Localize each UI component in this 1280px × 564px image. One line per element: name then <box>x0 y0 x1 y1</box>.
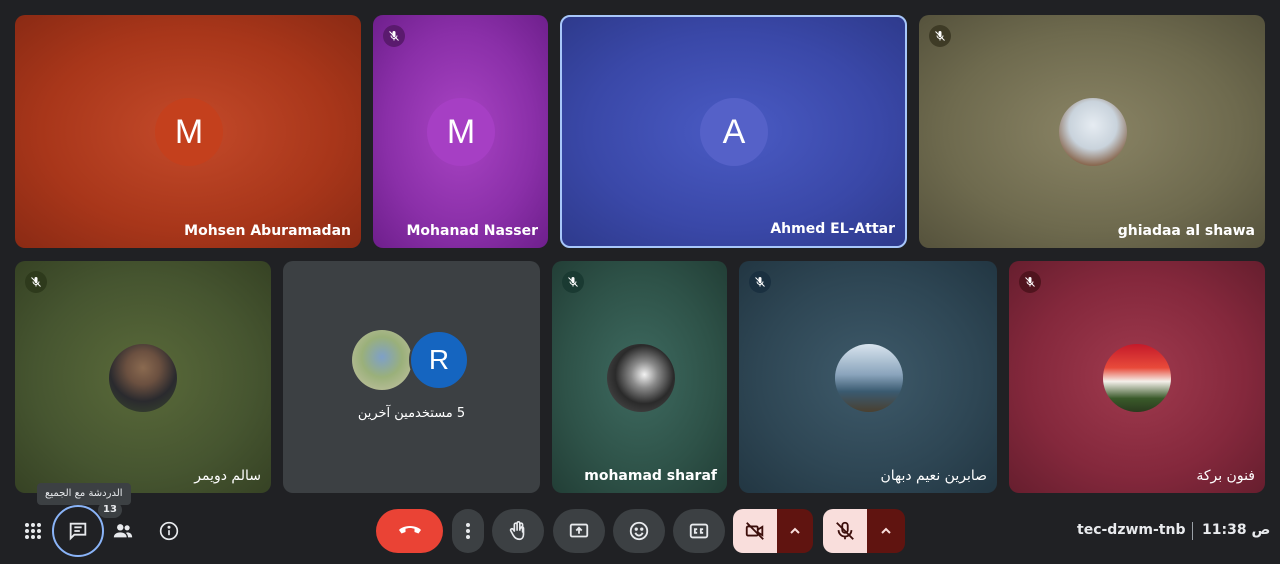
raise-hand-button[interactable] <box>492 509 544 553</box>
participant-name: mohamad sharaf <box>584 468 717 484</box>
mic-off-icon <box>25 271 47 293</box>
participant-tile-active-speaker[interactable]: A Ahmed EL-Attar <box>560 15 907 248</box>
meeting-time: 11:38 ص <box>1202 522 1271 538</box>
videocam-off-icon <box>745 522 764 540</box>
participant-tile[interactable]: صابرين نعيم دبهان <box>739 261 997 493</box>
mic-off-icon <box>1019 271 1041 293</box>
others-label: 5 مستخدمين آخرين <box>357 406 466 421</box>
present-icon <box>569 523 589 538</box>
mic-options-button[interactable] <box>867 509 905 553</box>
profile-photo <box>607 344 675 412</box>
meeting-code: tec-dzwm-tnb <box>1077 522 1186 538</box>
camera-options-button[interactable] <box>777 509 813 553</box>
present-screen-button[interactable] <box>553 509 605 553</box>
avatar: R <box>409 330 469 390</box>
apps-grid-icon <box>25 523 41 539</box>
activities-button[interactable] <box>18 516 48 546</box>
mic-toggle-button[interactable] <box>823 509 867 553</box>
people-icon <box>113 524 133 538</box>
chevron-up-icon <box>881 527 891 534</box>
captions-button[interactable] <box>673 509 725 553</box>
participant-name: ghiadaa al shawa <box>1117 223 1255 239</box>
participant-tile[interactable]: سالم دويمر <box>15 261 271 493</box>
mic-off-icon <box>383 25 405 47</box>
mic-off-icon <box>749 271 771 293</box>
chat-icon <box>69 522 87 541</box>
avatar: A <box>700 98 768 166</box>
participant-tile[interactable]: M Mohsen Aburamadan <box>15 15 361 248</box>
info-icon <box>159 521 179 541</box>
more-options-button[interactable] <box>452 509 484 553</box>
participant-tile[interactable]: M Mohanad Nasser <box>373 15 548 248</box>
participant-name: فنون بركة <box>1196 468 1255 484</box>
profile-photo <box>835 344 903 412</box>
more-vert-icon <box>466 523 470 539</box>
participant-tile[interactable]: فنون بركة <box>1009 261 1265 493</box>
participant-name: سالم دويمر <box>194 468 261 484</box>
reactions-button[interactable] <box>613 509 665 553</box>
participant-tile[interactable]: mohamad sharaf <box>552 261 727 493</box>
participant-name: Mohanad Nasser <box>406 223 538 239</box>
participant-name: Mohsen Aburamadan <box>184 223 351 239</box>
chat-button[interactable] <box>52 505 104 557</box>
others-tile[interactable]: R 5 مستخدمين آخرين <box>283 261 540 493</box>
camera-toggle-button[interactable] <box>733 509 777 553</box>
profile-photo <box>352 330 412 390</box>
profile-photo <box>1103 344 1171 412</box>
hand-icon <box>509 521 525 541</box>
avatar: M <box>155 98 223 166</box>
mic-off-icon <box>562 271 584 293</box>
chevron-up-icon <box>790 527 800 534</box>
leave-call-button[interactable] <box>376 509 443 553</box>
profile-photo <box>1059 98 1127 166</box>
closed-captions-icon <box>689 523 709 539</box>
mic-off-icon <box>836 521 854 540</box>
mic-off-icon <box>929 25 951 47</box>
profile-photo <box>109 344 177 412</box>
participant-name: Ahmed EL-Attar <box>770 221 895 237</box>
call-end-icon <box>398 526 421 534</box>
participant-name: صابرين نعيم دبهان <box>880 468 987 484</box>
participant-tile[interactable]: ghiadaa al shawa <box>919 15 1265 248</box>
meeting-info-button[interactable] <box>154 516 184 546</box>
people-button[interactable] <box>108 516 138 546</box>
avatar: M <box>427 98 495 166</box>
emoji-icon <box>629 521 649 541</box>
divider <box>1192 522 1193 540</box>
